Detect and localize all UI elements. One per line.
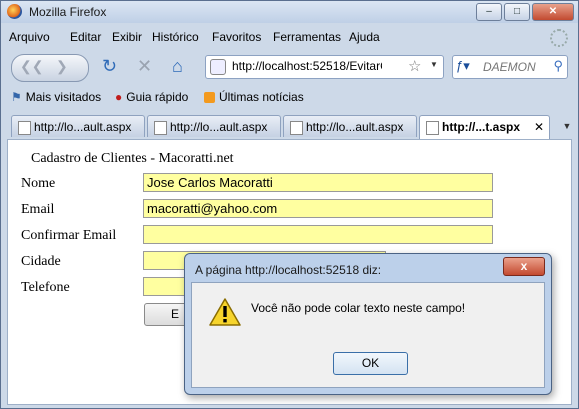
bookmarks-toolbar: ⚑ Mais visitados ● Guia rápido Últimas n… [1, 87, 578, 109]
tab-label: http://...t.aspx [442, 120, 520, 134]
minimize-button[interactable]: – [476, 3, 502, 21]
tab-active[interactable]: http://...t.aspx ✕ [419, 115, 550, 139]
tab-strip: http://lo...ault.aspx http://lo...ault.a… [1, 113, 578, 139]
bookmark-ultimas-noticias[interactable]: Últimas notícias [204, 90, 304, 104]
tab-label: http://lo...ault.aspx [306, 120, 404, 134]
menu-arquivo[interactable]: Arquivo [9, 30, 50, 44]
label-confirmar-email: Confirmar Email [21, 228, 117, 243]
tab-label: http://lo...ault.aspx [170, 120, 268, 134]
back-forward-buttons: ❮❮ ❯ [11, 54, 89, 82]
bookmark-star-icon[interactable]: ☆ [408, 57, 421, 75]
bookmark-mais-visitados[interactable]: ⚑ Mais visitados [11, 90, 101, 104]
reload-icon[interactable]: ↻ [102, 57, 117, 75]
rss-feed-icon [204, 91, 215, 103]
menu-historico[interactable]: Histórico [152, 30, 199, 44]
browser-window: Mozilla Firefox – □ ✕ Arquivo Editar Exi… [0, 0, 579, 409]
dialog-body: Você não pode colar texto neste campo! O… [191, 282, 545, 388]
email-input[interactable]: macoratti@yahoo.com [143, 199, 493, 218]
bookmark-guia-rapido[interactable]: ● Guia rápido [115, 90, 188, 104]
window-title: Mozilla Firefox [29, 5, 107, 19]
page-icon [290, 121, 303, 135]
search-input[interactable] [483, 59, 543, 74]
list-all-tabs-button[interactable]: ▼ [560, 117, 574, 135]
back-arrow-icon[interactable]: ❮❮ [20, 58, 43, 75]
maximize-button[interactable]: □ [504, 3, 530, 21]
tab-2[interactable]: http://lo...ault.aspx [147, 115, 281, 137]
firefox-bookmark-icon: ● [115, 90, 123, 104]
search-box[interactable]: ƒ▾ ⚲ [452, 55, 568, 79]
forward-arrow-icon[interactable]: ❯ [56, 58, 68, 75]
warning-icon [209, 298, 241, 326]
menu-editar[interactable]: Editar [70, 30, 101, 44]
menu-favoritos[interactable]: Favoritos [212, 30, 261, 44]
dialog-close-button[interactable]: x [503, 257, 545, 276]
page-icon [154, 121, 167, 135]
search-icon[interactable]: ⚲ [553, 58, 563, 74]
confirmar-email-input[interactable] [143, 225, 493, 244]
close-window-button[interactable]: ✕ [532, 3, 574, 21]
home-icon[interactable]: ⌂ [172, 57, 183, 75]
close-tab-icon[interactable]: ✕ [534, 120, 544, 134]
label-nome: Nome [21, 176, 56, 191]
label-email: Email [21, 202, 55, 217]
form-title: Cadastro de Clientes - Macoratti.net [31, 151, 234, 166]
menu-exibir[interactable]: Exibir [112, 30, 142, 44]
url-input[interactable] [232, 58, 382, 74]
tab-label: http://lo...ault.aspx [34, 120, 132, 134]
title-bar: Mozilla Firefox – □ ✕ [1, 1, 578, 23]
bookmark-label: Mais visitados [25, 90, 102, 104]
menu-ferramentas[interactable]: Ferramentas [273, 30, 341, 44]
nome-input[interactable]: Jose Carlos Macoratti [143, 173, 493, 192]
throbber-icon [550, 29, 568, 47]
dialog-message: Você não pode colar texto neste campo! [251, 301, 466, 315]
menu-ajuda[interactable]: Ajuda [349, 30, 380, 44]
bookmark-label: Guia rápido [126, 90, 189, 104]
page-icon [426, 121, 439, 135]
site-identity-icon[interactable] [210, 59, 226, 75]
stop-icon[interactable]: ✕ [137, 57, 152, 75]
tab-3[interactable]: http://lo...ault.aspx [283, 115, 417, 137]
search-engine-icon[interactable]: ƒ▾ [456, 58, 476, 74]
navigation-toolbar: ❮❮ ❯ ↻ ✕ ⌂ ☆ ▼ ƒ▾ ⚲ [1, 48, 578, 86]
page-icon [18, 121, 31, 135]
firefox-logo-icon [7, 4, 22, 19]
dialog-title: A página http://localhost:52518 diz: [195, 263, 382, 277]
window-controls: – □ ✕ [476, 3, 574, 21]
menu-bar: Arquivo Editar Exibir Histórico Favorito… [1, 27, 578, 47]
tab-1[interactable]: http://lo...ault.aspx [11, 115, 145, 137]
address-bar[interactable]: ☆ ▼ [205, 55, 444, 79]
alert-dialog: A página http://localhost:52518 diz: x V… [184, 253, 552, 395]
label-cidade: Cidade [21, 254, 61, 269]
bookmark-label: Últimas notícias [219, 90, 304, 104]
ok-button[interactable]: OK [333, 352, 408, 375]
url-dropdown-icon[interactable]: ▼ [430, 60, 438, 69]
bookmark-folder-icon: ⚑ [11, 90, 22, 104]
label-telefone: Telefone [21, 280, 70, 295]
